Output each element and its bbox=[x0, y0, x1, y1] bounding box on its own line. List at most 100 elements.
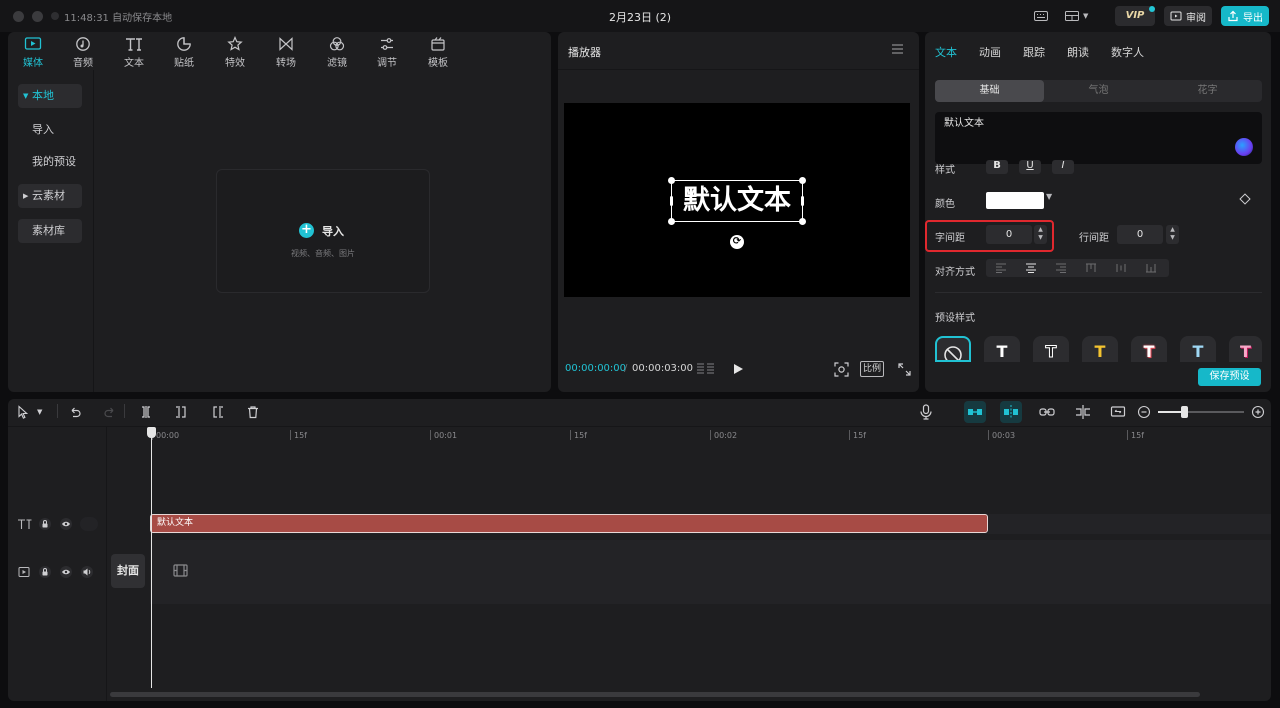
zoom-in-icon[interactable] bbox=[1251, 404, 1265, 420]
ruler-tick bbox=[710, 430, 711, 440]
tab-prop-read-aloud[interactable]: 朗读 bbox=[1067, 44, 1089, 60]
tab-text[interactable]: 文本 bbox=[113, 35, 155, 69]
tab-template[interactable]: 模板 bbox=[417, 35, 459, 69]
tab-media[interactable]: 媒体 bbox=[12, 35, 54, 69]
zoom-out-icon[interactable] bbox=[1137, 404, 1151, 420]
bold-button[interactable]: B bbox=[986, 160, 1008, 174]
segment-basic[interactable]: 基础 bbox=[935, 80, 1044, 102]
fit-timeline-icon[interactable] bbox=[1110, 404, 1126, 420]
timeline-scrollbar[interactable] bbox=[110, 692, 1200, 697]
window-close-button[interactable] bbox=[13, 11, 24, 22]
delete-icon[interactable] bbox=[246, 404, 260, 420]
play-icon[interactable] bbox=[732, 363, 744, 375]
chevron-down-icon[interactable]: ▼ bbox=[37, 404, 42, 420]
cover-button[interactable]: 封面 bbox=[111, 554, 145, 588]
magnet-snap-icon[interactable] bbox=[964, 401, 986, 423]
undo-icon[interactable] bbox=[68, 404, 82, 420]
italic-button[interactable]: I bbox=[1052, 160, 1074, 174]
align-vertical-center-icon[interactable] bbox=[1106, 259, 1136, 277]
fit-screen-icon[interactable] bbox=[834, 362, 849, 377]
sidebar-item-import[interactable]: 导入 bbox=[18, 118, 82, 142]
segment-bubble[interactable]: 气泡 bbox=[1044, 80, 1153, 102]
preset-style-1[interactable]: T bbox=[984, 336, 1020, 362]
lock-icon[interactable] bbox=[38, 565, 52, 579]
adjust-icon bbox=[381, 38, 393, 50]
ruler-tick bbox=[849, 430, 850, 440]
letter-spacing-input[interactable]: 0 bbox=[986, 225, 1032, 244]
sidebar-item-local[interactable]: ▼ 本地 bbox=[18, 84, 82, 108]
preview-axis-icon[interactable] bbox=[1075, 404, 1091, 420]
text-content-input[interactable] bbox=[935, 112, 1262, 164]
shortcut-keyboard-icon[interactable] bbox=[1033, 8, 1049, 24]
speaker-icon[interactable] bbox=[80, 565, 94, 579]
preset-none[interactable] bbox=[935, 336, 971, 362]
align-right-icon[interactable] bbox=[1046, 259, 1076, 277]
playhead-handle[interactable] bbox=[147, 427, 156, 438]
tab-sticker[interactable]: 贴纸 bbox=[163, 35, 205, 69]
ratio-button[interactable]: 比例 bbox=[860, 361, 884, 377]
letter-spacing-stepper[interactable]: ▲ ▼ bbox=[1034, 225, 1047, 244]
segment-fancy-text[interactable]: 花字 bbox=[1153, 80, 1262, 102]
trim-right-icon[interactable] bbox=[210, 404, 224, 420]
tab-audio[interactable]: 音频 bbox=[62, 35, 104, 69]
review-button[interactable]: 审阅 bbox=[1164, 6, 1212, 26]
split-icon[interactable] bbox=[139, 404, 153, 420]
line-spacing-input[interactable]: 0 bbox=[1117, 225, 1163, 244]
main-video-track[interactable] bbox=[150, 540, 1271, 604]
tab-prop-digital-human[interactable]: 数字人 bbox=[1111, 44, 1144, 60]
tab-effects[interactable]: 特效 bbox=[214, 35, 256, 69]
lock-icon[interactable] bbox=[38, 517, 52, 531]
color-swatch[interactable] bbox=[986, 192, 1044, 209]
preset-style-3[interactable]: T bbox=[1082, 336, 1118, 362]
preset-style-4[interactable]: T bbox=[1131, 336, 1167, 362]
window-zoom-button[interactable] bbox=[51, 12, 59, 20]
linkage-icon[interactable] bbox=[1000, 401, 1022, 423]
tab-prop-tracking[interactable]: 跟踪 bbox=[1023, 44, 1045, 60]
chevron-down-icon[interactable]: ▼ bbox=[1046, 192, 1052, 201]
select-tool-icon[interactable] bbox=[16, 404, 30, 420]
save-preset-button[interactable]: 保存预设 bbox=[1198, 368, 1261, 386]
link-icon[interactable] bbox=[1039, 404, 1055, 420]
redo-icon[interactable] bbox=[103, 404, 117, 420]
text-clip[interactable]: 默认文本 bbox=[150, 514, 988, 533]
canvas-text[interactable]: 默认文本 bbox=[671, 180, 803, 222]
zoom-slider-thumb[interactable] bbox=[1181, 406, 1188, 418]
align-vertical-top-icon[interactable] bbox=[1076, 259, 1106, 277]
trim-left-icon[interactable] bbox=[175, 404, 189, 420]
import-hint: 视频、音频、图片 bbox=[291, 249, 355, 258]
playhead[interactable] bbox=[151, 436, 152, 688]
sidebar-item-my-presets[interactable]: 我的预设 bbox=[18, 150, 82, 174]
plus-icon[interactable]: + bbox=[299, 223, 314, 238]
eye-icon[interactable] bbox=[59, 517, 73, 531]
window-minimize-button[interactable] bbox=[32, 11, 43, 22]
text-content-value[interactable]: 默认文本 bbox=[944, 114, 984, 129]
fullscreen-icon[interactable] bbox=[898, 363, 911, 376]
import-label[interactable]: 导入 bbox=[322, 223, 344, 239]
align-vertical-bottom-icon[interactable] bbox=[1136, 259, 1166, 277]
underline-button[interactable]: U bbox=[1019, 160, 1041, 174]
preset-style-6[interactable]: T bbox=[1229, 336, 1262, 362]
preset-style-2[interactable]: T bbox=[1033, 336, 1069, 362]
align-center-icon[interactable] bbox=[1016, 259, 1046, 277]
align-left-icon[interactable] bbox=[986, 259, 1016, 277]
tab-transition[interactable]: 转场 bbox=[265, 35, 307, 69]
tab-adjust[interactable]: 调节 bbox=[366, 35, 408, 69]
export-button[interactable]: 导出 bbox=[1221, 6, 1269, 26]
eye-icon[interactable] bbox=[59, 565, 73, 579]
rotate-icon[interactable]: ⟳ bbox=[730, 235, 744, 249]
microphone-icon[interactable] bbox=[919, 404, 933, 420]
timecode-grid-icon[interactable] bbox=[696, 362, 716, 376]
menu-icon[interactable] bbox=[891, 43, 904, 55]
layout-icon[interactable]: ▼ bbox=[1064, 8, 1088, 24]
tab-filter[interactable]: 滤镜 bbox=[316, 35, 358, 69]
ai-assistant-icon[interactable] bbox=[1235, 138, 1253, 156]
line-spacing-stepper[interactable]: ▲ ▼ bbox=[1166, 225, 1179, 244]
sidebar-item-cloud[interactable]: ▶ 云素材 bbox=[18, 184, 82, 208]
ruler-label: 00:02 bbox=[714, 431, 738, 440]
preset-style-5[interactable]: T bbox=[1180, 336, 1216, 362]
audio-icon bbox=[76, 37, 90, 51]
track-extra-toggle[interactable] bbox=[80, 517, 98, 531]
sidebar-item-library[interactable]: 素材库 bbox=[18, 219, 82, 243]
tab-prop-animation[interactable]: 动画 bbox=[979, 44, 1001, 60]
tab-prop-text[interactable]: 文本 bbox=[935, 44, 957, 60]
